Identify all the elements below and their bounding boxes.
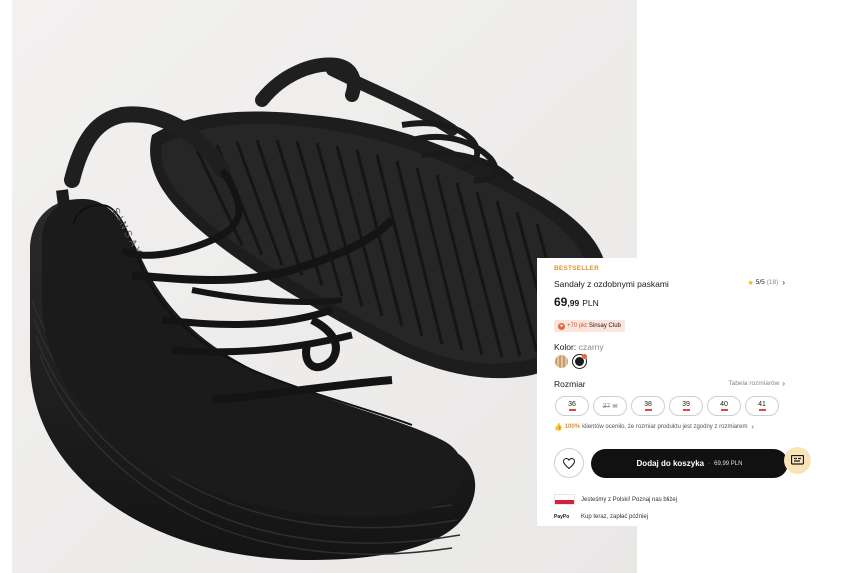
color-swatch-beige[interactable] — [555, 355, 568, 368]
swatch-indicator — [582, 354, 587, 359]
low-stock-indicator — [720, 409, 728, 411]
club-icon: ● — [558, 322, 565, 330]
low-stock-indicator — [644, 409, 652, 411]
price-currency: PLN — [582, 298, 599, 308]
size-label: Rozmiar — [554, 379, 586, 389]
chat-icon — [791, 455, 804, 465]
size-option-36[interactable]: 36 — [555, 396, 589, 416]
product-title: Sandały z ozdobnymi paskami — [554, 279, 669, 289]
price-decimal: ,99 — [567, 298, 580, 308]
size-options: 36 37 ✉ 38 39 40 41 — [555, 396, 779, 416]
club-points-badge[interactable]: ● +70 pkt Sinsay Club — [554, 320, 625, 332]
club-points: +70 pkt — [567, 323, 587, 329]
color-value: czarny — [578, 342, 604, 352]
chevron-right-icon: › — [782, 278, 785, 287]
low-stock-indicator — [568, 409, 576, 411]
chat-button[interactable] — [784, 447, 811, 474]
size-option-37[interactable]: 37 ✉ — [593, 396, 627, 416]
size-option-41[interactable]: 41 — [745, 396, 779, 416]
review-count: (18) — [766, 279, 779, 286]
fit-percent: 100% — [564, 424, 581, 430]
add-to-cart-price: 69,99 PLN — [714, 460, 743, 467]
size-option-38[interactable]: 38 — [631, 396, 665, 416]
poland-flag-icon — [554, 494, 575, 505]
size-option-39[interactable]: 39 — [669, 396, 703, 416]
product-info-panel: BESTSELLER Sandały z ozdobnymi paskami ★… — [537, 258, 807, 526]
chevron-right-icon: › — [751, 423, 754, 431]
bestseller-badge: BESTSELLER — [554, 265, 599, 272]
add-to-cart-button[interactable]: Dodaj do koszyka · 69,99 PLN — [591, 449, 788, 478]
fit-text: klientów oceniło, że rozmiar produktu je… — [582, 424, 748, 430]
mail-icon: ✉ — [612, 403, 618, 410]
low-stock-indicator — [758, 409, 766, 411]
add-to-wishlist-button[interactable] — [554, 448, 584, 478]
chevron-right-icon: › — [782, 379, 785, 388]
paypo-info[interactable]: PayPo Kup teraz, zapłać później — [554, 514, 648, 520]
rating-value: 5/5 — [755, 279, 765, 286]
club-label: Sinsay Club — [588, 323, 621, 329]
heart-icon — [563, 457, 575, 469]
about-us-link[interactable]: Jesteśmy z Polski! Poznaj nas bliżej — [554, 494, 677, 505]
paypo-logo: PayPo — [554, 514, 570, 520]
product-price: 69 ,99 PLN — [554, 295, 599, 309]
add-to-cart-label: Dodaj do koszyka — [636, 459, 705, 468]
size-fit-info[interactable]: 👍 100% klientów oceniło, że rozmiar prod… — [554, 423, 754, 432]
size-option-40[interactable]: 40 — [707, 396, 741, 416]
rating[interactable]: ★ 5/5 (18) › — [747, 278, 785, 287]
size-table-link[interactable]: Tabela rozmiarów › — [728, 379, 785, 388]
color-label: Kolor: czarny — [554, 342, 604, 352]
thumbs-up-icon: 👍 — [554, 424, 563, 431]
star-icon: ★ — [747, 279, 754, 287]
price-integer: 69 — [554, 295, 568, 309]
low-stock-indicator — [682, 409, 690, 411]
color-swatch-black[interactable] — [573, 354, 587, 368]
